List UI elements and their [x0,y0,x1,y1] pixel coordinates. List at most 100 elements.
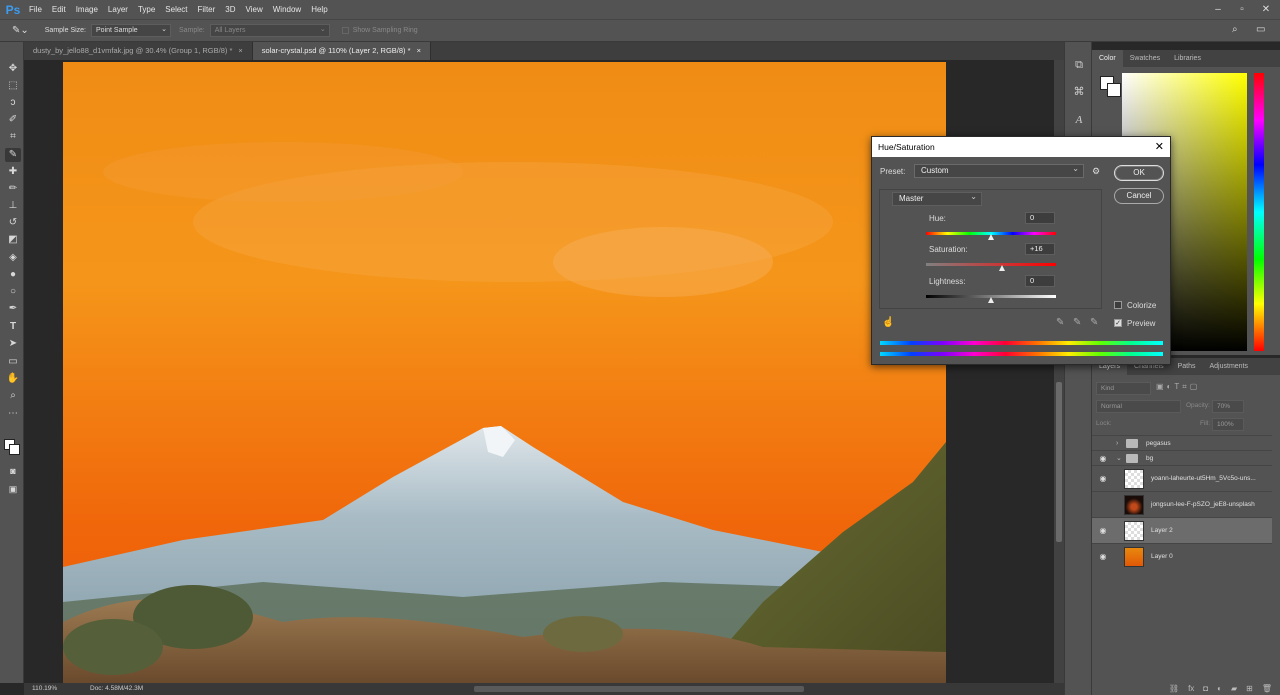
layer-row[interactable]: ● jongsun-lee-F-pSZO_jeE8-unsplash [1092,491,1272,517]
menu-filter[interactable]: Filter [193,0,221,19]
saturation-slider-track[interactable] [926,263,1056,266]
more-tools-icon[interactable]: ⋯ [5,407,21,421]
dodge-tool-icon[interactable]: ○ [5,285,21,299]
visibility-eye-icon[interactable]: ● [1092,500,1114,509]
hue-input[interactable]: 0 [1025,212,1055,224]
eyedropper-tool-icon[interactable]: ✎ [5,148,21,162]
menu-window[interactable]: Window [268,0,306,19]
menu-layer[interactable]: Layer [103,0,133,19]
pen-tool-icon[interactable]: ✒ [5,302,21,316]
search-icon[interactable]: ⌕ [1232,24,1238,35]
menu-file[interactable]: File [24,0,47,19]
crop-tool-icon[interactable]: ⌗ [5,130,21,144]
menu-view[interactable]: View [241,0,268,19]
new-layer-icon[interactable]: ⊞ [1246,684,1253,693]
saturation-slider-handle[interactable] [999,265,1005,271]
visibility-eye-icon[interactable]: ◉ [1092,552,1114,561]
colorize-checkbox[interactable] [1114,301,1122,309]
close-tab-icon[interactable]: × [417,46,421,55]
screen-mode-icon[interactable]: ▣ [5,482,21,496]
close-icon[interactable]: ✕ [1155,137,1164,157]
move-tool-icon[interactable]: ✥ [5,62,21,76]
scroll-thumb[interactable] [1056,382,1062,542]
show-sampling-ring-checkbox[interactable] [341,27,349,34]
lightness-input[interactable]: 0 [1025,275,1055,287]
menu-type[interactable]: Type [133,0,160,19]
fill-input[interactable]: 100% [1212,418,1244,431]
stamp-tool-icon[interactable]: ⊥ [5,199,21,213]
sample-select[interactable]: All Layers [209,24,330,37]
blur-tool-icon[interactable]: ● [5,268,21,282]
character-panel-icon[interactable]: A [1072,113,1086,127]
gear-icon[interactable]: ⚙ [1092,166,1100,177]
menu-image[interactable]: Image [71,0,103,19]
visibility-eye-icon[interactable]: ● [1092,439,1114,448]
background-color-swatch[interactable] [9,444,20,455]
menu-3d[interactable]: 3D [220,0,240,19]
chevron-down-icon[interactable]: ⌄ [1116,454,1126,462]
layer-row[interactable]: ◉ Layer 0 [1092,543,1272,569]
targeted-adjustment-icon[interactable]: ☝ [882,317,894,328]
lightness-slider-handle[interactable] [988,297,994,303]
saturation-input[interactable]: +16 [1025,243,1055,255]
preset-select[interactable]: Custom [914,163,1084,178]
tab-adjustments[interactable]: Adjustments [1203,358,1256,375]
horizontal-scroll-thumb[interactable] [474,686,804,692]
tab-solar-crystal[interactable]: solar-crystal.psd @ 110% (Layer 2, RGB/8… [252,42,431,60]
quick-mask-icon[interactable]: ◙ [5,464,21,478]
visibility-eye-icon[interactable]: ◉ [1092,526,1114,535]
blend-mode-select[interactable]: Normal [1096,400,1181,413]
close-tab-icon[interactable]: × [238,46,242,55]
marquee-tool-icon[interactable]: ⬚ [5,79,21,93]
tab-dusty[interactable]: dusty_by_jello88_d1vmfak.jpg @ 30.4% (Gr… [24,42,253,60]
visibility-eye-icon[interactable]: ◉ [1092,474,1114,483]
layer-row[interactable]: ● › pegasus [1092,435,1272,450]
trash-icon[interactable]: 🗑 [1262,684,1272,693]
tab-color[interactable]: Color [1092,50,1123,67]
eyedropper-plus-icon[interactable]: ✎ [1073,317,1081,328]
layer-row[interactable]: ◉ Layer 2 [1092,517,1272,543]
menu-edit[interactable]: Edit [47,0,71,19]
layer-row[interactable]: ◉ ⌄ bg [1092,450,1272,465]
paint-bucket-icon[interactable]: ◈ [5,251,21,265]
tab-libraries[interactable]: Libraries [1167,50,1208,67]
channel-select[interactable]: Master [892,191,982,206]
zoom-level[interactable]: 110.19% [32,683,57,695]
menu-help[interactable]: Help [306,0,332,19]
hand-tool-icon[interactable]: ✋ [5,372,21,386]
quick-select-tool-icon[interactable]: ✐ [5,113,21,127]
artwork-image[interactable] [63,62,946,683]
zoom-tool-icon[interactable]: ⌕ [5,389,21,403]
layer-row[interactable]: ◉ yoann-laheurte-ut5Hm_5Vc5o-uns... [1092,465,1272,491]
close-window-icon[interactable]: ✕ [1254,0,1278,19]
type-tool-icon[interactable]: T [5,320,21,334]
workspace-icon[interactable]: ▭ [1256,24,1265,35]
hue-slider-handle[interactable] [988,234,994,240]
filter-icons[interactable]: ▣◐T⌗▢ [1156,382,1200,392]
sample-size-select[interactable]: Point Sample [91,24,172,37]
visibility-eye-icon[interactable]: ◉ [1092,454,1114,463]
eyedropper-icon[interactable]: ✎ [1056,317,1064,328]
kind-filter[interactable]: Kind [1096,382,1151,395]
tab-swatches[interactable]: Swatches [1123,50,1167,67]
maximize-icon[interactable]: ▫ [1230,0,1254,19]
eyedropper-minus-icon[interactable]: ✎ [1090,317,1098,328]
eyedropper-tool-preset-icon[interactable]: ✎⌄ [12,25,29,36]
chevron-right-icon[interactable]: › [1116,440,1126,447]
rectangle-tool-icon[interactable]: ▭ [5,355,21,369]
adjustment-icon[interactable]: ◐ [1217,684,1222,693]
brush-settings-icon[interactable]: ⌘ [1072,85,1086,99]
history-brush-icon[interactable]: ↺ [5,216,21,230]
preview-checkbox[interactable]: ✓ [1114,319,1122,327]
new-group-icon[interactable]: ▰ [1231,684,1237,693]
healing-tool-icon[interactable]: ✚ [5,165,21,179]
link-icon[interactable]: ⛓ [1169,684,1179,693]
tab-paths[interactable]: Paths [1171,358,1203,375]
hue-slider[interactable] [1254,73,1264,351]
ok-button[interactable]: OK [1114,165,1164,181]
menu-select[interactable]: Select [160,0,192,19]
mask-icon[interactable]: ◘ [1203,684,1208,693]
background-swatch[interactable] [1107,83,1121,97]
brush-tool-icon[interactable]: ✏ [5,182,21,196]
lasso-tool-icon[interactable]: ↄ [5,96,21,110]
